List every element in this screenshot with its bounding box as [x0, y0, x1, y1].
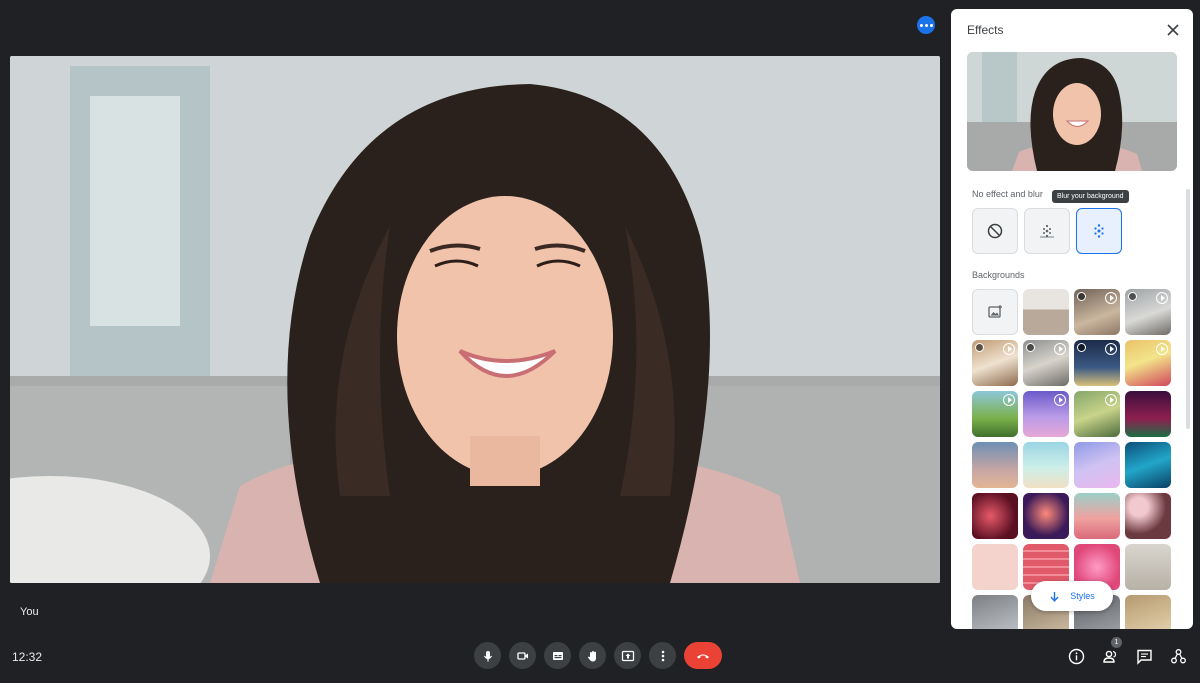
animated-badge-icon: [1128, 292, 1137, 301]
info-icon: [1068, 648, 1084, 664]
microphone-button[interactable]: [474, 642, 501, 669]
background-tile[interactable]: [972, 442, 1018, 488]
participants-count-badge: 1: [1111, 637, 1122, 648]
panel-scrollbar[interactable]: [1186, 189, 1190, 429]
call-controls: [474, 642, 722, 669]
background-tile[interactable]: [1023, 289, 1069, 335]
play-icon: [1003, 394, 1015, 406]
backgrounds-section-label: Backgrounds: [972, 270, 1025, 280]
background-tile[interactable]: [1125, 544, 1171, 590]
side-controls: 1: [1066, 637, 1188, 666]
camera-icon: [516, 651, 528, 660]
captions-icon: [552, 651, 563, 660]
background-tile[interactable]: [1023, 340, 1069, 386]
background-tile[interactable]: [1074, 340, 1120, 386]
play-icon: [1156, 343, 1168, 355]
play-icon: [1054, 343, 1066, 355]
background-tile[interactable]: [1074, 493, 1120, 539]
captions-button[interactable]: [544, 642, 571, 669]
animated-badge-icon: [1077, 292, 1086, 301]
add-image-icon: [988, 305, 1002, 318]
background-tile[interactable]: [1125, 340, 1171, 386]
end-call-button[interactable]: [684, 642, 722, 669]
background-tile[interactable]: [1023, 391, 1069, 437]
people-button[interactable]: 1: [1100, 637, 1122, 666]
camera-button[interactable]: [509, 642, 536, 669]
animated-badge-icon: [1077, 343, 1086, 352]
chat-button[interactable]: [1134, 646, 1154, 666]
more-options-badge[interactable]: [917, 16, 935, 34]
end-call-icon: [697, 654, 709, 658]
background-tile[interactable]: [1125, 289, 1171, 335]
arrow-down-icon: [1050, 591, 1059, 602]
blur-background-icon: [1094, 224, 1104, 238]
animated-badge-icon: [975, 343, 984, 352]
play-icon: [1156, 292, 1168, 304]
upload-background-button[interactable]: [972, 289, 1018, 335]
background-tile[interactable]: [972, 391, 1018, 437]
chat-icon: [1136, 649, 1152, 665]
blur-background-button[interactable]: [1076, 208, 1122, 254]
background-tile[interactable]: [972, 595, 1018, 629]
raise-hand-button[interactable]: [579, 642, 606, 669]
meeting-clock: 12:32: [12, 650, 43, 664]
preview-video: [967, 52, 1177, 171]
no-effect-button[interactable]: [972, 208, 1018, 254]
panel-title: Effects: [967, 23, 1004, 37]
animated-badge-icon: [1026, 343, 1035, 352]
people-icon: [1102, 650, 1116, 663]
background-tile[interactable]: [1125, 391, 1171, 437]
participant-name: You: [20, 606, 39, 618]
microphone-icon: [483, 650, 492, 661]
more-options-button[interactable]: [649, 642, 676, 669]
background-tile[interactable]: [1074, 391, 1120, 437]
background-tile[interactable]: [1125, 442, 1171, 488]
background-tile[interactable]: [972, 340, 1018, 386]
activities-icon: [1170, 648, 1186, 663]
play-icon: [1105, 394, 1117, 406]
backgrounds-grid: [972, 289, 1171, 629]
effect-options: [972, 208, 1122, 254]
blur-tooltip: Blur your background: [1052, 190, 1129, 203]
effects-panel: Effects No effect and blur Blur your bac…: [951, 9, 1193, 629]
slight-blur-icon: [1040, 224, 1054, 238]
self-preview: [967, 52, 1177, 171]
activities-button[interactable]: [1168, 646, 1188, 666]
play-icon: [1105, 292, 1117, 304]
no-effect-icon: [987, 223, 1003, 239]
background-tile[interactable]: [972, 493, 1018, 539]
meeting-details-button[interactable]: [1066, 646, 1086, 666]
background-tile[interactable]: [1125, 493, 1171, 539]
background-tile[interactable]: [1074, 442, 1120, 488]
no-effect-section-label: No effect and blur: [972, 189, 1043, 199]
background-tile[interactable]: [1023, 493, 1069, 539]
styles-button[interactable]: Styles: [1031, 581, 1113, 611]
raise-hand-icon: [587, 650, 596, 661]
background-tile[interactable]: [1023, 442, 1069, 488]
close-icon[interactable]: [1165, 22, 1181, 38]
present-button[interactable]: [614, 642, 641, 669]
more-options-icon: [661, 650, 664, 661]
play-icon: [1105, 343, 1117, 355]
styles-button-label: Styles: [1070, 591, 1095, 601]
main-video-tile: [10, 56, 940, 583]
participant-video: [10, 56, 940, 583]
background-tile[interactable]: [972, 544, 1018, 590]
background-tile[interactable]: [1125, 595, 1171, 629]
background-tile[interactable]: [1074, 289, 1120, 335]
slight-blur-button[interactable]: [1024, 208, 1070, 254]
play-icon: [1054, 394, 1066, 406]
present-icon: [621, 650, 634, 661]
play-icon: [1003, 343, 1015, 355]
